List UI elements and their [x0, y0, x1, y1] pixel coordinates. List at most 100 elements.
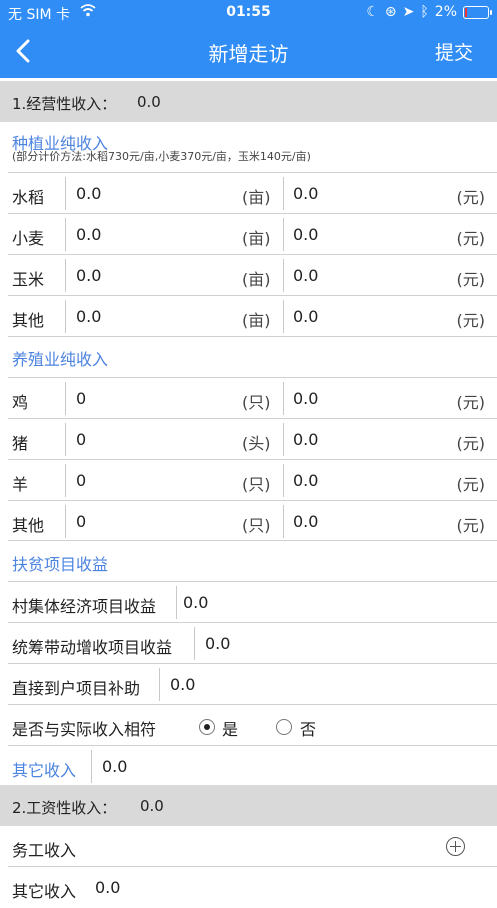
divider	[283, 177, 284, 210]
direct-subsidy-input[interactable]: 0.0	[170, 675, 195, 694]
count-input[interactable]: 0	[76, 512, 86, 531]
income-unit: (元)	[456, 516, 486, 535]
divider	[65, 259, 66, 292]
count-unit: (只)	[242, 516, 271, 535]
divider	[65, 423, 66, 456]
row-label: 水稻	[12, 188, 45, 207]
income-input[interactable]: 0.0	[293, 266, 318, 285]
section-label: 2.工资性收入：	[12, 799, 117, 817]
area-input[interactable]: 0.0	[76, 225, 101, 244]
row-rice: 水稻 0.0 (亩) 0.0 (元)	[0, 173, 497, 214]
row-planting-other: 其他 0.0 (亩) 0.0 (元)	[0, 296, 497, 337]
village-income-input[interactable]: 0.0	[183, 593, 208, 612]
divider	[283, 300, 284, 333]
row-label: 村集体经济项目收益	[12, 597, 157, 616]
area-unit: (亩)	[242, 311, 271, 330]
divider	[65, 382, 66, 415]
income-input[interactable]: 0.0	[293, 471, 318, 490]
area-unit: (亩)	[242, 270, 271, 289]
income-input[interactable]: 0.0	[293, 512, 318, 531]
row-labor-income[interactable]: 务工收入	[0, 826, 497, 867]
count-input[interactable]: 0	[76, 471, 86, 490]
income-input[interactable]: 0.0	[293, 430, 318, 449]
poverty-group-title: 扶贫项目收益	[12, 555, 109, 574]
pricing-note: (部分计价方法:水稻730元/亩,小麦370元/亩，玉米140元/亩)	[12, 150, 311, 163]
other-income-input[interactable]: 0.0	[102, 757, 127, 776]
row-label: 其它收入	[12, 761, 77, 780]
divider	[283, 505, 284, 538]
breeding-group-title: 养殖业纯收入	[12, 350, 109, 369]
add-circle-icon[interactable]	[446, 837, 465, 856]
section-label: 1.经营性收入：	[12, 95, 117, 113]
income-unit: (元)	[456, 311, 486, 330]
row-label: 鸡	[12, 393, 29, 412]
row-label: 务工收入	[12, 841, 77, 860]
radio-yes[interactable]	[199, 719, 215, 735]
row-label: 羊	[12, 475, 29, 494]
income-input[interactable]: 0.0	[293, 307, 318, 326]
count-unit: (只)	[242, 475, 271, 494]
row-label: 是否与实际收入相符	[12, 720, 157, 739]
wage-other-income-input[interactable]: 0.0	[95, 878, 120, 897]
row-village-project: 村集体经济项目收益 0.0	[0, 582, 497, 623]
divider	[65, 505, 66, 538]
income-unit: (元)	[456, 270, 486, 289]
row-pooled-project: 统筹带动增收项目收益 0.0	[0, 623, 497, 664]
divider	[65, 300, 66, 333]
row-direct-subsidy: 直接到户项目补助 0.0	[0, 664, 497, 705]
area-unit: (亩)	[242, 188, 271, 207]
row-breeding-other: 其他 0 (只) 0.0 (元)	[0, 501, 497, 542]
submit-button[interactable]: 提交	[435, 38, 473, 65]
radio-no[interactable]	[276, 719, 292, 735]
divider	[283, 464, 284, 497]
row-income-match: 是否与实际收入相符 是 否	[0, 705, 497, 746]
row-label: 其他	[12, 311, 45, 330]
bluetooth-icon: ᛒ	[420, 4, 429, 20]
radio-yes-label[interactable]: 是	[222, 716, 238, 740]
nav-bar: 新增走访 提交	[0, 24, 497, 78]
income-input[interactable]: 0.0	[293, 225, 318, 244]
income-input[interactable]: 0.0	[293, 389, 318, 408]
count-unit: (头)	[242, 434, 271, 453]
row-label: 统筹带动增收项目收益	[12, 638, 173, 657]
orientation-lock-icon: ⊛	[384, 4, 397, 20]
location-icon: ➤	[402, 4, 415, 20]
income-unit: (元)	[456, 393, 486, 412]
battery-percent: 2%	[434, 4, 457, 20]
area-input[interactable]: 0.0	[76, 307, 101, 326]
divider	[283, 423, 284, 456]
row-label: 其他	[12, 516, 45, 535]
divider	[283, 259, 284, 292]
row-label: 小麦	[12, 229, 45, 248]
divider	[8, 336, 497, 337]
status-bar: 无 SIM 卡 01:55 ☾ ⊛ ➤ ᛒ 2%	[0, 0, 497, 24]
row-pig: 猪 0 (头) 0.0 (元)	[0, 419, 497, 460]
area-unit: (亩)	[242, 229, 271, 248]
divider	[65, 218, 66, 251]
pooled-income-input[interactable]: 0.0	[205, 634, 230, 653]
divider	[8, 540, 497, 541]
row-chicken: 鸡 0 (只) 0.0 (元)	[0, 378, 497, 419]
income-unit: (元)	[456, 188, 486, 207]
row-wage-other-income: 其它收入 0.0	[0, 867, 497, 908]
income-input[interactable]: 0.0	[293, 184, 318, 203]
row-other-income: 其它收入 0.0	[0, 746, 497, 787]
row-sheep: 羊 0 (只) 0.0 (元)	[0, 460, 497, 501]
divider	[176, 586, 177, 619]
area-input[interactable]: 0.0	[76, 266, 101, 285]
income-unit: (元)	[456, 229, 486, 248]
page-title: 新增走访	[208, 42, 289, 66]
row-label: 直接到户项目补助	[12, 679, 141, 698]
divider	[91, 750, 92, 783]
radio-no-label[interactable]: 否	[300, 716, 316, 740]
section-value: 0.0	[140, 797, 164, 815]
divider	[65, 177, 66, 210]
count-input[interactable]: 0	[76, 430, 86, 449]
divider	[65, 464, 66, 497]
moon-icon: ☾	[366, 4, 379, 20]
area-input[interactable]: 0.0	[76, 184, 101, 203]
income-unit: (元)	[456, 434, 486, 453]
count-input[interactable]: 0	[76, 389, 86, 408]
count-unit: (只)	[242, 393, 271, 412]
row-corn: 玉米 0.0 (亩) 0.0 (元)	[0, 255, 497, 296]
